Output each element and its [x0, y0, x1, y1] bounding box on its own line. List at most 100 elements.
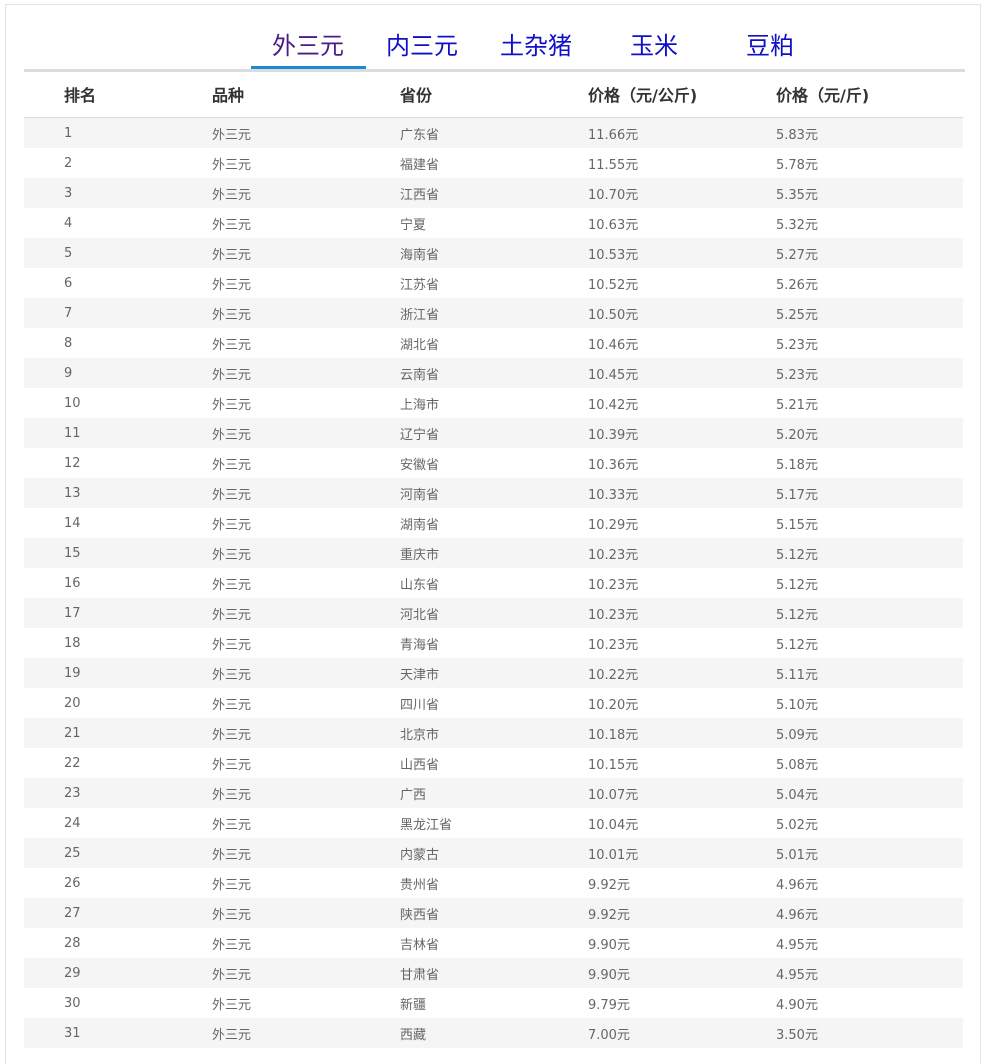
rank-cell: 27 — [24, 898, 212, 928]
table-row: 25 外三元 内蒙古 10.01元 5.01元 — [24, 838, 963, 868]
tab-yu-mi[interactable]: 玉米 — [596, 28, 712, 64]
price-jin-cell: 5.83元 — [776, 117, 963, 148]
variety-cell: 外三元 — [212, 388, 400, 418]
province-cell: 福建省 — [400, 148, 588, 178]
rank-cell: 11 — [24, 418, 212, 448]
price-jin-cell: 5.12元 — [776, 568, 963, 598]
rank-cell: 16 — [24, 568, 212, 598]
table-row: 3 外三元 江西省 10.70元 5.35元 — [24, 178, 963, 208]
rank-cell: 9 — [24, 358, 212, 388]
table-row: 23 外三元 广西 10.07元 5.04元 — [24, 778, 963, 808]
table-row: 28 外三元 吉林省 9.90元 4.95元 — [24, 928, 963, 958]
table-row: 6 外三元 江苏省 10.52元 5.26元 — [24, 268, 963, 298]
rank-cell: 24 — [24, 808, 212, 838]
price-category-tabs: 外三元 内三元 土杂猪 玉米 豆粕 — [24, 22, 965, 72]
price-jin-cell: 5.78元 — [776, 148, 963, 178]
variety-cell: 外三元 — [212, 298, 400, 328]
header-price-per-kg: 价格（元/公斤) — [588, 70, 776, 118]
variety-cell: 外三元 — [212, 868, 400, 898]
price-jin-cell: 5.26元 — [776, 268, 963, 298]
price-jin-cell: 5.04元 — [776, 778, 963, 808]
province-cell: 河北省 — [400, 598, 588, 628]
province-cell: 广东省 — [400, 117, 588, 148]
price-kg-cell: 10.23元 — [588, 628, 776, 658]
table-row: 4 外三元 宁夏 10.63元 5.32元 — [24, 208, 963, 238]
variety-cell: 外三元 — [212, 778, 400, 808]
variety-cell: 外三元 — [212, 688, 400, 718]
price-jin-cell: 5.17元 — [776, 478, 963, 508]
rank-cell: 28 — [24, 928, 212, 958]
rank-cell: 4 — [24, 208, 212, 238]
province-cell: 海南省 — [400, 238, 588, 268]
province-cell: 北京市 — [400, 718, 588, 748]
table-row: 15 外三元 重庆市 10.23元 5.12元 — [24, 538, 963, 568]
province-cell: 湖南省 — [400, 508, 588, 538]
rank-cell: 25 — [24, 838, 212, 868]
province-cell: 辽宁省 — [400, 418, 588, 448]
rank-cell: 19 — [24, 658, 212, 688]
variety-cell: 外三元 — [212, 838, 400, 868]
price-kg-cell: 10.45元 — [588, 358, 776, 388]
variety-cell: 外三元 — [212, 958, 400, 988]
price-jin-cell: 3.50元 — [776, 1018, 963, 1048]
table-row: 16 外三元 山东省 10.23元 5.12元 — [24, 568, 963, 598]
table-row: 13 外三元 河南省 10.33元 5.17元 — [24, 478, 963, 508]
price-kg-cell: 9.90元 — [588, 928, 776, 958]
tab-wai-san-yuan[interactable]: 外三元 — [250, 28, 366, 64]
tab-tu-za-zhu[interactable]: 土杂猪 — [478, 28, 594, 64]
price-jin-cell: 5.12元 — [776, 538, 963, 568]
price-kg-cell: 11.66元 — [588, 117, 776, 148]
table-row: 26 外三元 贵州省 9.92元 4.96元 — [24, 868, 963, 898]
price-jin-cell: 5.15元 — [776, 508, 963, 538]
variety-cell: 外三元 — [212, 658, 400, 688]
price-jin-cell: 5.32元 — [776, 208, 963, 238]
province-cell: 四川省 — [400, 688, 588, 718]
table-row: 24 外三元 黑龙江省 10.04元 5.02元 — [24, 808, 963, 838]
variety-cell: 外三元 — [212, 928, 400, 958]
rank-cell: 7 — [24, 298, 212, 328]
province-cell: 天津市 — [400, 658, 588, 688]
table-row: 31 外三元 西藏 7.00元 3.50元 — [24, 1018, 963, 1048]
variety-cell: 外三元 — [212, 148, 400, 178]
price-kg-cell: 10.07元 — [588, 778, 776, 808]
tab-dou-po[interactable]: 豆粕 — [712, 28, 828, 64]
tab-nei-san-yuan[interactable]: 内三元 — [364, 28, 480, 64]
province-cell: 山西省 — [400, 748, 588, 778]
table-row: 10 外三元 上海市 10.42元 5.21元 — [24, 388, 963, 418]
variety-cell: 外三元 — [212, 598, 400, 628]
price-kg-cell: 10.04元 — [588, 808, 776, 838]
price-jin-cell: 5.12元 — [776, 598, 963, 628]
province-cell: 江苏省 — [400, 268, 588, 298]
variety-cell: 外三元 — [212, 718, 400, 748]
province-cell: 宁夏 — [400, 208, 588, 238]
variety-cell: 外三元 — [212, 178, 400, 208]
variety-cell: 外三元 — [212, 628, 400, 658]
rank-cell: 30 — [24, 988, 212, 1018]
province-cell: 吉林省 — [400, 928, 588, 958]
table-row: 27 外三元 陕西省 9.92元 4.96元 — [24, 898, 963, 928]
active-tab-underline — [251, 66, 366, 69]
table-row: 17 外三元 河北省 10.23元 5.12元 — [24, 598, 963, 628]
variety-cell: 外三元 — [212, 358, 400, 388]
rank-cell: 3 — [24, 178, 212, 208]
variety-cell: 外三元 — [212, 478, 400, 508]
price-jin-cell: 5.01元 — [776, 838, 963, 868]
price-kg-cell: 10.70元 — [588, 178, 776, 208]
price-table-container: 排名 品种 省份 价格（元/公斤) 价格（元/斤) 1 外三元 广东省 11.66元 5… — [24, 70, 963, 1048]
price-kg-cell: 10.36元 — [588, 448, 776, 478]
variety-cell: 外三元 — [212, 538, 400, 568]
table-row: 5 外三元 海南省 10.53元 5.27元 — [24, 238, 963, 268]
rank-cell: 20 — [24, 688, 212, 718]
variety-cell: 外三元 — [212, 748, 400, 778]
rank-cell: 6 — [24, 268, 212, 298]
province-cell: 贵州省 — [400, 868, 588, 898]
price-jin-cell: 5.11元 — [776, 658, 963, 688]
table-row: 22 外三元 山西省 10.15元 5.08元 — [24, 748, 963, 778]
rank-cell: 23 — [24, 778, 212, 808]
table-row: 11 外三元 辽宁省 10.39元 5.20元 — [24, 418, 963, 448]
rank-cell: 12 — [24, 448, 212, 478]
rank-cell: 8 — [24, 328, 212, 358]
price-jin-cell: 5.27元 — [776, 238, 963, 268]
rank-cell: 5 — [24, 238, 212, 268]
table-header-row: 排名 品种 省份 价格（元/公斤) 价格（元/斤) — [24, 70, 963, 118]
